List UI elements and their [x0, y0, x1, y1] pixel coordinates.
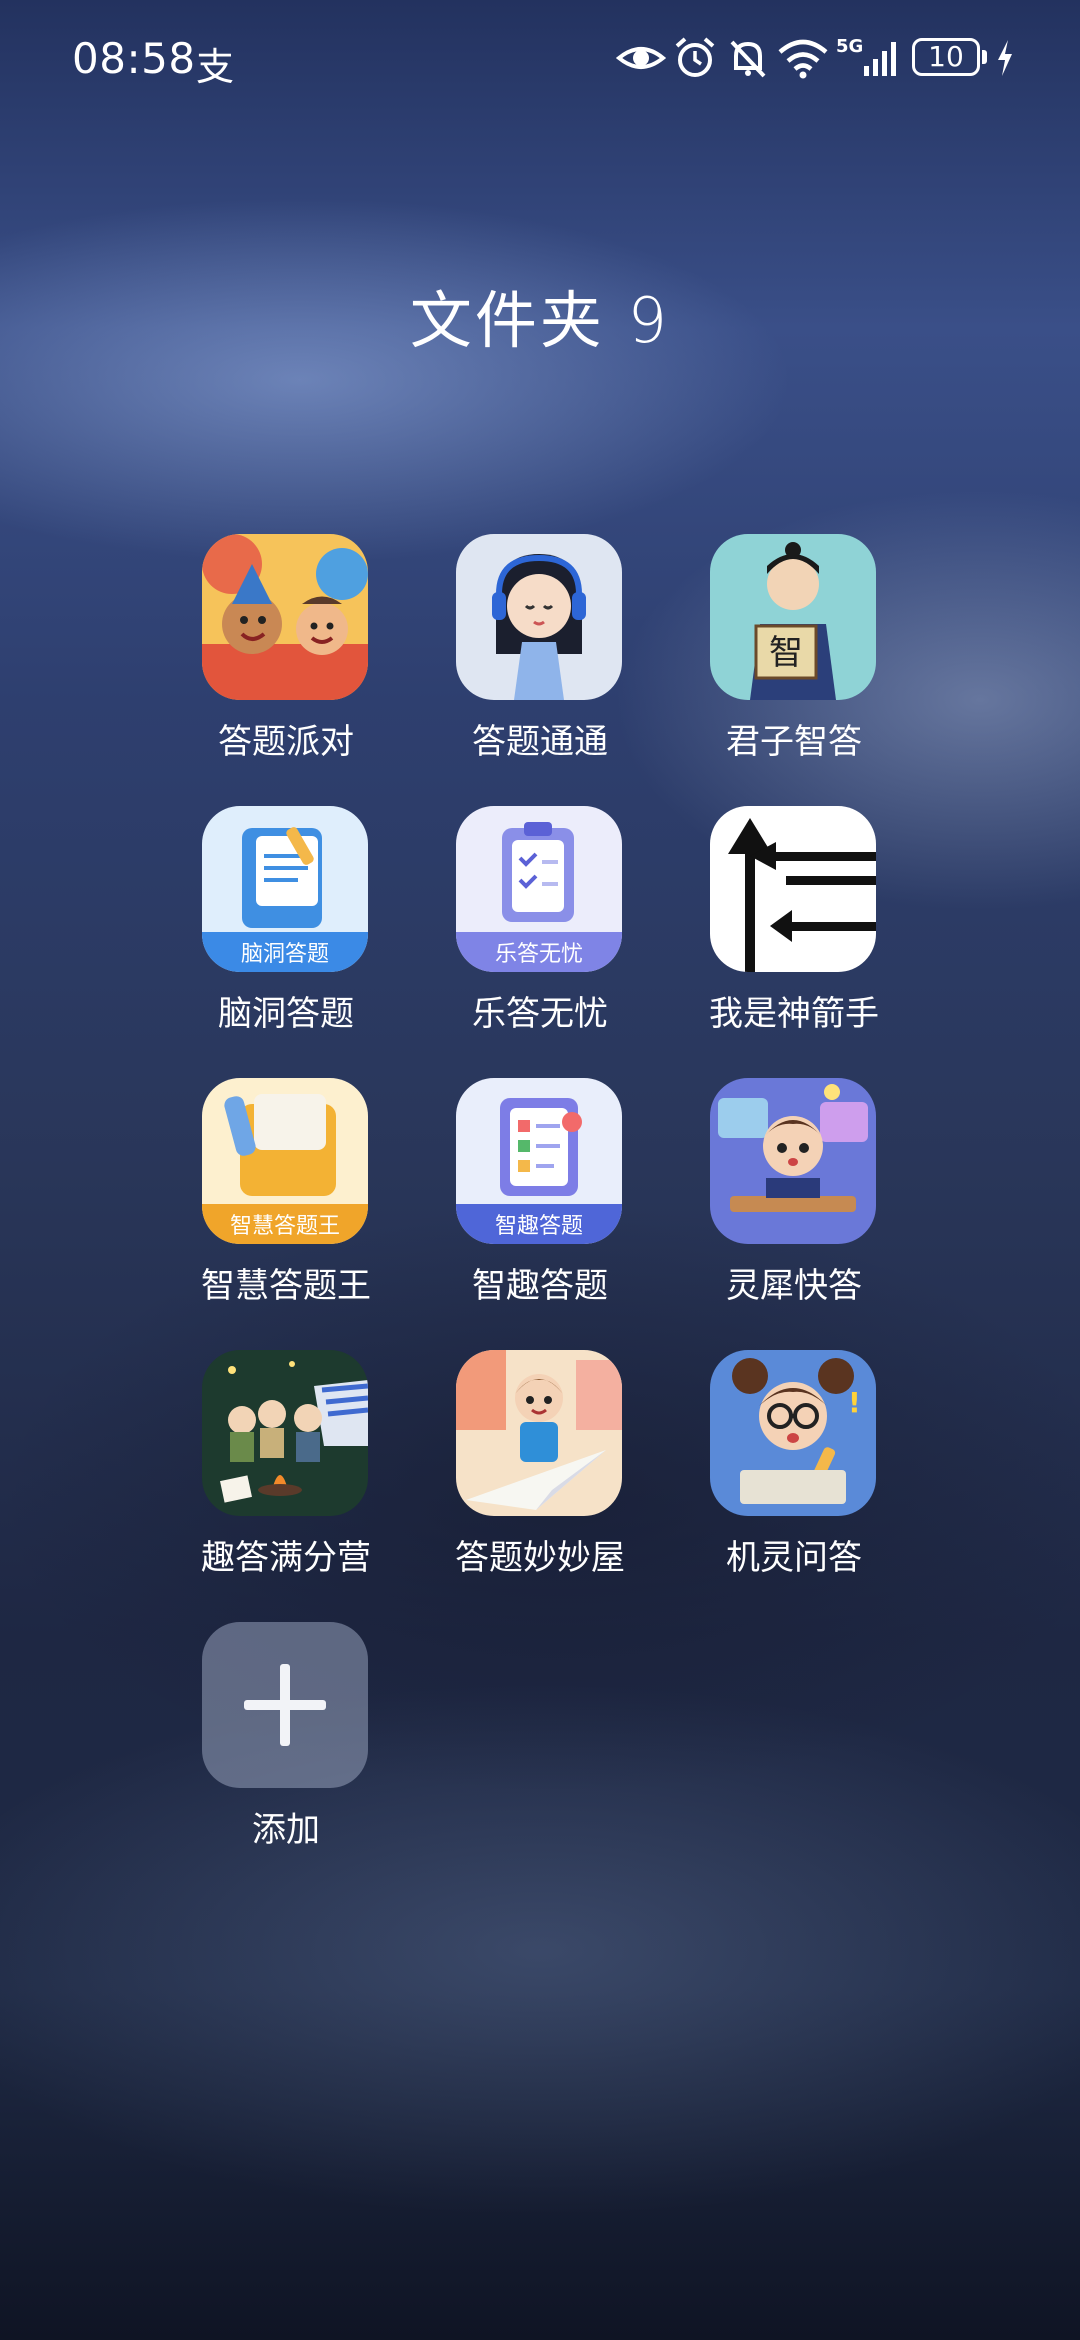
add-label: 添加: [252, 1810, 320, 1850]
paper-plane-boy-icon: [456, 1350, 622, 1516]
app-label: 机灵问答: [726, 1538, 862, 1578]
arrows-icon: [710, 806, 876, 972]
app-jiling-wenda[interactable]: ! 机灵问答: [667, 1350, 921, 1590]
folder-pen-badge: 智慧答题王: [230, 1214, 340, 1239]
plus-icon: [202, 1622, 368, 1788]
app-label: 答题妙妙屋: [455, 1538, 625, 1578]
app-leda-wuyou[interactable]: 乐答无忧 乐答无忧: [413, 806, 667, 1046]
app-dati-miaomiaowu[interactable]: 答题妙妙屋: [413, 1350, 667, 1590]
app-label: 答题派对: [218, 722, 354, 762]
add-app-button[interactable]: 添加: [159, 1622, 413, 1862]
app-label: 君子智答: [726, 722, 862, 762]
app-label: 灵犀快答: [726, 1266, 862, 1306]
app-lingxi-kuaida[interactable]: 灵犀快答: [667, 1078, 921, 1318]
scholar-icon: 智: [710, 534, 876, 700]
app-woshi-shenjianshou[interactable]: 我是神箭手: [667, 806, 921, 1046]
app-dati-paidui[interactable]: 答题派对: [159, 534, 413, 774]
clipboard-badge: 乐答无忧: [495, 942, 583, 967]
svg-text:智: 智: [769, 633, 803, 673]
study-boy-icon: [710, 1078, 876, 1244]
app-zhihui-datiwang[interactable]: 智慧答题王 智慧答题王: [159, 1078, 413, 1318]
headphone-girl-icon: [456, 534, 622, 700]
campfire-icon: [202, 1350, 368, 1516]
app-label: 趣答满分营: [201, 1538, 371, 1578]
clipboard-icon: 乐答无忧: [456, 806, 622, 972]
svg-text:!: !: [848, 1386, 861, 1419]
app-label: 答题通通: [472, 722, 608, 762]
app-label: 智慧答题王: [201, 1266, 371, 1306]
app-label: 脑洞答题: [218, 994, 354, 1034]
app-zhiqu-dati[interactable]: 智趣答题 智趣答题: [413, 1078, 667, 1318]
app-label: 我是神箭手: [709, 994, 879, 1034]
glasses-girl-icon: !: [710, 1350, 876, 1516]
notebook-badge: 脑洞答题: [241, 942, 329, 967]
app-junzi-zhida[interactable]: 智 君子智答: [667, 534, 921, 774]
app-quda-manfenying[interactable]: 趣答满分营: [159, 1350, 413, 1590]
notebook-icon: 脑洞答题: [202, 806, 368, 972]
app-dati-tongtong[interactable]: 答题通通: [413, 534, 667, 774]
app-grid: 答题派对 答题通通 智 君子智答 脑洞答题 脑洞答题 乐答无忧 乐答无忧 我是神…: [0, 0, 1080, 2340]
app-label: 智趣答题: [472, 1266, 608, 1306]
checklist-badge: 智趣答题: [495, 1214, 583, 1239]
checklist-icon: 智趣答题: [456, 1078, 622, 1244]
app-naodong-dati[interactable]: 脑洞答题 脑洞答题: [159, 806, 413, 1046]
folder-pen-icon: 智慧答题王: [202, 1078, 368, 1244]
app-label: 乐答无忧: [472, 994, 608, 1034]
party-kids-icon: [202, 534, 368, 700]
